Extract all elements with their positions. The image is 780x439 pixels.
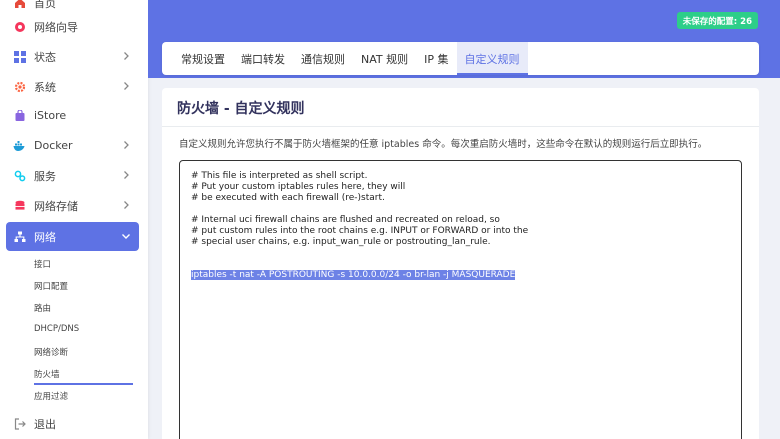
editor-line: # Put your custom iptables rules here, t… xyxy=(191,182,406,192)
sidebar-item-istore[interactable]: iStore xyxy=(6,101,139,130)
page-title: 防火墙 - 自定义规则 xyxy=(177,101,305,117)
sidebar-subitem-routes[interactable]: 路由 xyxy=(34,302,51,314)
tab-traffic-rules[interactable]: 通信规则 xyxy=(293,42,353,75)
sidebar-item-network[interactable]: 网络 xyxy=(6,222,139,251)
logout-icon xyxy=(13,417,26,430)
sidebar-subitem-dhcp-dns[interactable]: DHCP/DNS xyxy=(34,324,79,334)
editor-line: # special user chains, e.g. input_wan_ru… xyxy=(191,237,491,247)
sidebar-item-label: 状态 xyxy=(34,50,56,64)
tab-nat-rules[interactable]: NAT 规则 xyxy=(353,42,416,75)
grid-icon xyxy=(13,50,26,63)
sidebar: 首页 网络向导 状态 系统 iStore Docker 服务 网络存储 网络 接… xyxy=(0,0,148,439)
home-icon xyxy=(13,0,26,9)
sidebar-subitem-firewall[interactable]: 防火墙 xyxy=(34,368,60,380)
sidebar-item-logout[interactable]: 退出 xyxy=(6,409,139,438)
sidebar-item-label: 首页 xyxy=(34,0,56,10)
sidebar-item-services[interactable]: 服务 xyxy=(6,161,139,190)
sidebar-item-label: Docker xyxy=(34,139,73,152)
sidebar-item-label: 退出 xyxy=(34,417,56,431)
network-icon xyxy=(13,230,26,243)
sidebar-item-status[interactable]: 状态 xyxy=(6,42,139,71)
chevron-right-icon xyxy=(124,141,129,149)
page-header: 防火墙 - 自定义规则 xyxy=(162,88,759,126)
sidebar-item-system[interactable]: 系统 xyxy=(6,72,139,101)
store-icon xyxy=(13,109,26,122)
sidebar-subitem-diagnostics[interactable]: 网络诊断 xyxy=(34,346,68,358)
sidebar-item-label: 系统 xyxy=(34,80,56,94)
sidebar-item-docker[interactable]: Docker xyxy=(6,131,139,160)
page-description: 自定义规则允许您执行不属于防火墙框架的任意 iptables 命令。每次重启防火… xyxy=(179,139,708,150)
unsaved-changes-badge[interactable]: 未保存的配置: 26 xyxy=(676,12,758,29)
gear-icon xyxy=(13,80,26,93)
tab-port-forwards[interactable]: 端口转发 xyxy=(233,42,293,75)
sidebar-item-label: 网络存储 xyxy=(34,199,78,213)
tab-ipsets[interactable]: IP 集 xyxy=(416,42,456,75)
tab-general[interactable]: 常规设置 xyxy=(173,42,233,75)
editor-line: # Internal uci firewall chains are flush… xyxy=(191,215,500,225)
editor-line: # put custom rules into the root chains … xyxy=(191,226,529,236)
sidebar-subitem-app-filter[interactable]: 应用过滤 xyxy=(34,390,68,402)
services-icon xyxy=(13,169,26,182)
tab-custom-rules[interactable]: 自定义规则 xyxy=(456,42,528,75)
chevron-right-icon xyxy=(124,82,129,90)
sidebar-item-label: 网络 xyxy=(34,230,56,244)
content-card: 自定义规则允许您执行不属于防火墙框架的任意 iptables 命令。每次重启防火… xyxy=(162,126,759,439)
editor-line: # be executed with each firewall (re-)st… xyxy=(191,193,385,203)
sidebar-item-label: 服务 xyxy=(34,169,56,183)
docker-icon xyxy=(13,139,26,152)
selected-text: iptables -t nat -A POSTROUTING -s 10.0.0… xyxy=(191,270,516,280)
editor-line: # This file is interpreted as shell scri… xyxy=(191,171,368,181)
sidebar-item-label: iStore xyxy=(34,109,67,122)
wizard-icon xyxy=(13,20,26,33)
sidebar-item-wizard[interactable]: 网络向导 xyxy=(6,12,139,41)
custom-rules-editor[interactable]: # This file is interpreted as shell scri… xyxy=(179,160,742,439)
chevron-down-icon xyxy=(122,234,130,239)
chevron-right-icon xyxy=(124,52,129,60)
active-subitem-indicator xyxy=(34,383,133,385)
storage-icon xyxy=(13,199,26,212)
sidebar-subitem-interfaces[interactable]: 接口 xyxy=(34,258,51,270)
chevron-right-icon xyxy=(124,201,129,209)
editor-line-selected: iptables -t nat -A POSTROUTING -s 10.0.0… xyxy=(191,270,730,281)
sidebar-subitem-switch[interactable]: 网口配置 xyxy=(34,280,68,292)
tab-bar: 常规设置 端口转发 通信规则 NAT 规则 IP 集 自定义规则 xyxy=(162,42,759,75)
sidebar-item-nas[interactable]: 网络存储 xyxy=(6,191,139,220)
chevron-right-icon xyxy=(124,171,129,179)
sidebar-item-label: 网络向导 xyxy=(34,20,78,34)
